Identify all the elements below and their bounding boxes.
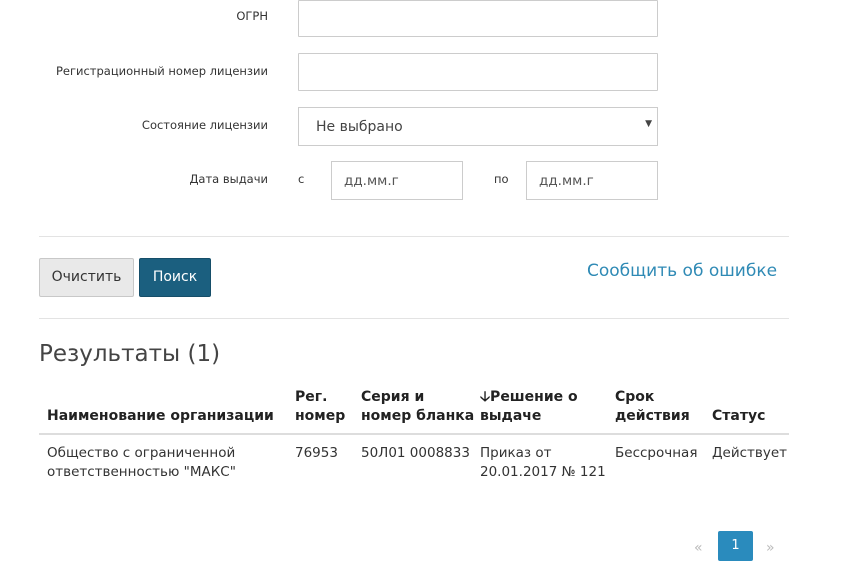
cell-decision: Приказ от 20.01.2017 № 121 [480,444,606,482]
ogrn-label: ОГРН [236,9,268,23]
date-to-label: по [494,172,509,186]
header-decision-line1: 🡣Решение о [480,389,578,405]
pagination-page-current[interactable]: 1 [718,531,753,561]
date-to-input[interactable]: дд.мм.г [526,161,658,200]
table-header-divider [39,433,789,435]
results-title: Результаты (1) [39,341,221,367]
date-from-placeholder: дд.мм.г [344,173,399,189]
header-reg-number[interactable]: Рег. номер [295,388,345,426]
header-term[interactable]: Срок действия [615,388,690,426]
reg-number-input[interactable] [298,53,658,91]
issue-date-label: Дата выдачи [189,172,268,186]
header-status[interactable]: Статус [712,407,765,426]
report-error-link[interactable]: Сообщить об ошибке [587,261,777,281]
chevron-down-icon: ▼ [645,119,652,129]
divider-top [39,236,789,237]
header-status-text: Статус [712,408,766,424]
pagination-prev[interactable]: « [694,540,703,556]
ogrn-input[interactable] [298,0,658,37]
cell-org-name-line2: ответственностью "МАКС" [47,464,236,480]
cell-series: 50Л01 0008833 [361,445,470,461]
header-org-name[interactable]: Наименование организации [47,407,274,426]
cell-decision-line2: 20.01.2017 № 121 [480,464,606,480]
date-to-placeholder: дд.мм.г [539,173,594,189]
header-term-line1: Срок [615,389,655,405]
license-state-value: Не выбрано [316,119,403,135]
header-series-line1: Серия и [361,389,425,405]
pagination-next[interactable]: » [766,540,775,556]
clear-button[interactable]: Очистить [39,258,134,297]
date-from-label: с [298,172,305,186]
header-series[interactable]: Серия и номер бланка [361,388,474,426]
header-decision-line2: выдаче [480,408,542,424]
cell-status: Действует [712,445,788,461]
cell-decision-line1: Приказ от [480,445,552,461]
cell-org-name-line1: Общество с ограниченной [47,445,236,461]
date-from-input[interactable]: дд.мм.г [331,161,463,200]
cell-term: Бессрочная [615,445,698,461]
cell-reg-number: 76953 [295,445,338,461]
cell-org-name: Общество с ограниченной ответственностью… [47,444,236,482]
header-series-line2: номер бланка [361,408,475,424]
divider-bottom [39,318,789,319]
reg-number-label: Регистрационный номер лицензии [55,64,268,78]
header-term-line2: действия [615,408,690,424]
header-reg-number-line2: номер [295,408,346,424]
license-state-label: Состояние лицензии [141,118,268,132]
header-org-name-text: Наименование организации [47,408,274,424]
header-decision[interactable]: 🡣Решение о выдаче [480,388,578,426]
search-button[interactable]: Поиск [139,258,211,297]
license-state-select[interactable]: Не выбрано ▼ [298,107,658,146]
header-reg-number-line1: Рег. [295,389,328,405]
